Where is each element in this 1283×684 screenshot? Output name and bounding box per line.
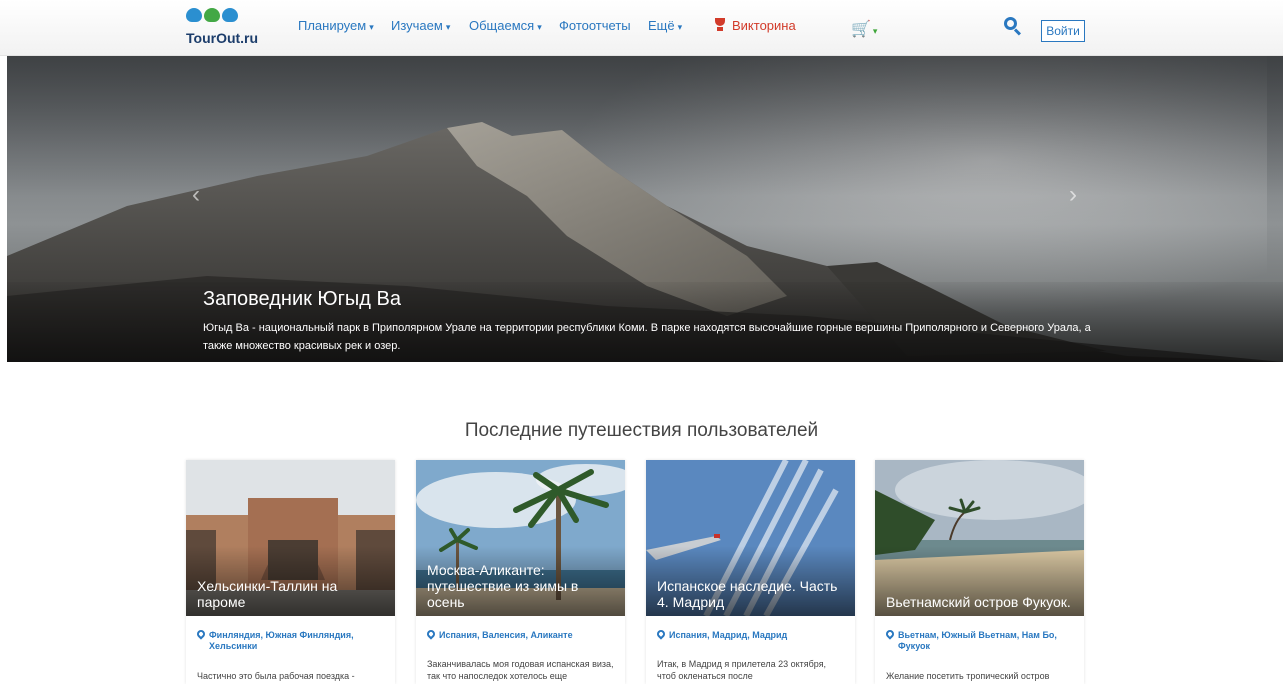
- nav-item-plan[interactable]: Планируем ▾: [298, 18, 374, 33]
- trip-card-image[interactable]: Испанское наследие. Часть 4. Мадрид: [646, 460, 855, 616]
- trip-card-title[interactable]: Вьетнамский остров Фукуок.: [886, 594, 1076, 610]
- trip-card-location-text: Вьетнам, Южный Вьетнам, Нам Бо, Фукуок: [898, 630, 1057, 651]
- chevron-down-icon: ▾: [677, 22, 683, 32]
- nav-item-more[interactable]: Ещё ▾: [648, 18, 682, 33]
- nav-item-label: Изучаем: [391, 18, 443, 33]
- trip-card-image[interactable]: Москва-Аликанте: путешествие из зимы в о…: [416, 460, 625, 616]
- trip-card-excerpt: Желание посетить тропический остров: [886, 671, 1050, 681]
- chevron-down-icon: ▾: [445, 22, 451, 32]
- trip-card-location[interactable]: Испания, Мадрид, Мадрид: [655, 628, 847, 641]
- location-pin-icon: [884, 628, 896, 640]
- nav-item-label: Ещё: [648, 18, 675, 33]
- trip-card-title[interactable]: Москва-Аликанте: путешествие из зимы в о…: [427, 562, 617, 610]
- trip-card-location-text: Финляндия, Южная Финляндия, Хельсинки: [209, 630, 354, 651]
- nav-item-label: Общаемся: [469, 18, 535, 33]
- trip-card-image[interactable]: Хельсинки-Таллин на пароме: [186, 460, 395, 616]
- cart-button[interactable]: 🛒 ▾: [851, 19, 877, 39]
- trip-card-location[interactable]: Вьетнам, Южный Вьетнам, Нам Бо, Фукуок: [884, 628, 1076, 652]
- trip-card-excerpt: Частично это была рабочая поездка -: [197, 671, 355, 681]
- location-pin-icon: [655, 628, 667, 640]
- logo-clouds-icon: [186, 8, 266, 28]
- site-logo[interactable]: TourOut.ru: [186, 8, 266, 50]
- hero-description: Югыд Ва - национальный парк в Приполярно…: [203, 322, 1091, 352]
- trip-card-location[interactable]: Финляндия, Южная Финляндия, Хельсинки: [195, 628, 387, 652]
- trip-card[interactable]: Вьетнамский остров Фукуок. Вьетнам, Южны…: [875, 460, 1084, 684]
- trip-card-title[interactable]: Испанское наследие. Часть 4. Мадрид: [657, 578, 847, 610]
- nav-item-quiz[interactable]: Викторина: [714, 18, 796, 33]
- trip-card-excerpt: Заканчивалась моя годовая испанская виза…: [427, 659, 614, 681]
- nav-item-label: Фотоотчеты: [559, 18, 631, 33]
- search-button[interactable]: [1003, 16, 1023, 36]
- trip-card-location-text: Испания, Мадрид, Мадрид: [669, 630, 788, 640]
- trip-card-image[interactable]: Вьетнамский остров Фукуок.: [875, 460, 1084, 616]
- hero-slider: ‹ › Заповедник Югыд Ва Югыд Ва - национа…: [7, 56, 1283, 362]
- location-pin-icon: [425, 628, 437, 640]
- hero-prev-arrow[interactable]: ‹: [192, 181, 200, 209]
- nav-item-study[interactable]: Изучаем ▾: [391, 18, 450, 33]
- trip-card[interactable]: Хельсинки-Таллин на пароме Финляндия, Юж…: [186, 460, 395, 684]
- cart-icon: 🛒: [851, 21, 871, 38]
- trip-card-location-text: Испания, Валенсия, Аликанте: [439, 630, 573, 640]
- hero-title[interactable]: Заповедник Югыд Ва: [203, 288, 401, 311]
- section-title: Последние путешествия пользователей: [464, 420, 819, 441]
- trophy-icon: [714, 18, 726, 32]
- location-pin-icon: [195, 628, 207, 640]
- trip-card-title[interactable]: Хельсинки-Таллин на пароме: [197, 578, 387, 610]
- trip-card[interactable]: Испанское наследие. Часть 4. Мадрид Испа…: [646, 460, 855, 684]
- nav-item-label: Викторина: [732, 18, 796, 33]
- site-header: TourOut.ru Планируем ▾ Изучаем ▾ Общаемся ▾…: [0, 0, 1283, 56]
- nav-item-communicate[interactable]: Общаемся ▾: [469, 18, 542, 33]
- nav-item-label: Планируем: [298, 18, 367, 33]
- logo-text: TourOut.ru: [186, 30, 259, 46]
- trip-card-location[interactable]: Испания, Валенсия, Аликанте: [425, 628, 617, 641]
- chevron-down-icon: ▾: [537, 22, 542, 32]
- nav-item-photo-reports[interactable]: Фотоотчеты: [559, 18, 631, 33]
- trip-card-excerpt: Итак, в Мадрид я прилетела 23 октября, ч…: [657, 659, 827, 681]
- login-button[interactable]: Войти: [1041, 20, 1085, 42]
- chevron-down-icon: ▾: [872, 26, 878, 36]
- trip-card[interactable]: Москва-Аликанте: путешествие из зимы в о…: [416, 460, 625, 684]
- chevron-down-icon: ▾: [369, 22, 374, 32]
- hero-next-arrow[interactable]: ›: [1069, 181, 1077, 209]
